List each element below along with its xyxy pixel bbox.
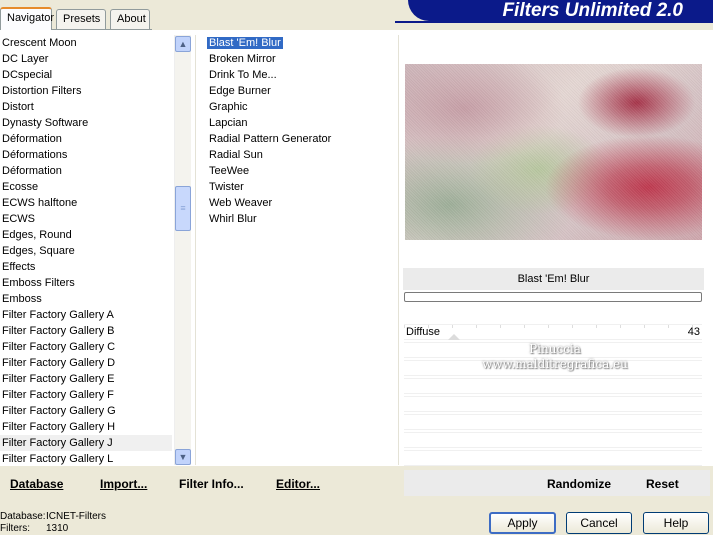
filter-item-label: Web Weaver xyxy=(209,197,273,209)
parameter-slot xyxy=(404,396,702,412)
tab-presets[interactable]: Presets xyxy=(56,9,106,29)
database-info: Database:ICNET-Filters Filters: 1310 xyxy=(0,511,106,535)
filter-item-label: Broken Mirror xyxy=(209,53,276,65)
category-item[interactable]: Filter Factory Gallery J xyxy=(0,435,172,451)
filter-item-label: Graphic xyxy=(209,101,248,113)
slider-ticks xyxy=(404,325,702,328)
category-item[interactable]: Filter Factory Gallery A xyxy=(0,307,172,323)
main-panel: Crescent Moon DC Layer DCspecial Distortion… xyxy=(0,30,713,466)
filter-item-label: Drink To Me... xyxy=(209,69,277,81)
category-item[interactable]: Edges, Round xyxy=(0,227,172,243)
scroll-down-icon[interactable]: ▼ xyxy=(175,449,191,465)
watermark: Pinuccia www.malditregrafica.eu xyxy=(440,342,670,372)
category-item[interactable]: Emboss xyxy=(0,291,172,307)
filter-item-label: Blast 'Em! Blur xyxy=(207,37,283,49)
category-item[interactable]: Effects xyxy=(0,259,172,275)
parameter-slot xyxy=(404,450,702,466)
filter-item[interactable]: Twister xyxy=(206,179,394,195)
list-divider xyxy=(195,35,196,465)
filter-item-label: TeeWee xyxy=(209,165,250,177)
editor-button[interactable]: Editor... xyxy=(276,477,320,491)
slider-marker-icon[interactable] xyxy=(448,334,460,340)
filter-item[interactable]: TeeWee xyxy=(206,163,394,179)
preview-divider xyxy=(398,35,399,465)
reset-button[interactable]: Reset xyxy=(646,477,679,491)
filter-item-label: Twister xyxy=(209,181,244,193)
tab-about[interactable]: About xyxy=(110,9,150,29)
parameter-slot xyxy=(404,378,702,394)
category-item[interactable]: Distortion Filters xyxy=(0,83,172,99)
filter-title: Blast 'Em! Blur xyxy=(403,268,704,290)
scroll-up-icon[interactable]: ▲ xyxy=(175,36,191,52)
randomize-button[interactable]: Randomize xyxy=(547,477,611,491)
category-scrollbar[interactable]: ▲ ≡ ▼ xyxy=(174,35,191,465)
filter-info-button[interactable]: Filter Info... xyxy=(179,477,244,491)
category-item[interactable]: Emboss Filters xyxy=(0,275,172,291)
filter-item[interactable]: Graphic xyxy=(206,99,394,115)
database-info-key: Database: xyxy=(0,511,46,522)
filter-item[interactable]: Radial Pattern Generator xyxy=(206,131,394,147)
preview-image xyxy=(405,64,702,240)
app-banner-title: Filters Unlimited 2.0 xyxy=(408,0,713,21)
category-item[interactable]: Filter Factory Gallery B xyxy=(0,323,172,339)
filter-item[interactable]: Web Weaver xyxy=(206,195,394,211)
category-item[interactable]: Filter Factory Gallery C xyxy=(0,339,172,355)
category-item[interactable]: DCspecial xyxy=(0,67,172,83)
category-item[interactable]: Déformations xyxy=(0,147,172,163)
category-item[interactable]: Filter Factory Gallery F xyxy=(0,387,172,403)
progress-bar xyxy=(404,292,702,302)
filter-item-label: Edge Burner xyxy=(209,85,271,97)
category-item[interactable]: Dynasty Software xyxy=(0,115,172,131)
filter-item[interactable]: Blast 'Em! Blur xyxy=(206,35,394,51)
filter-item-label: Radial Sun xyxy=(209,149,263,161)
parameter-slider-diffuse[interactable]: Diffuse 43 xyxy=(404,324,702,340)
filter-item[interactable]: Edge Burner xyxy=(206,83,394,99)
filters-count-key: Filters: xyxy=(0,523,30,534)
import-button[interactable]: Import... xyxy=(100,477,147,491)
category-item[interactable]: Déformation xyxy=(0,131,172,147)
category-list[interactable]: Crescent Moon DC Layer DCspecial Distortion… xyxy=(0,35,172,467)
filter-item[interactable]: Whirl Blur xyxy=(206,211,394,227)
category-item[interactable]: Filter Factory Gallery H xyxy=(0,419,172,435)
category-item[interactable]: Filter Factory Gallery D xyxy=(0,355,172,371)
filter-item[interactable]: Drink To Me... xyxy=(206,67,394,83)
filter-list[interactable]: Blast 'Em! Blur Broken Mirror Drink To Me.… xyxy=(206,35,394,227)
category-item[interactable]: Ecosse xyxy=(0,179,172,195)
category-item[interactable]: ECWS halftone xyxy=(0,195,172,211)
watermark-line-1: Pinuccia xyxy=(529,342,581,356)
filters-count-value: 1310 xyxy=(46,523,69,534)
database-info-value: ICNET-Filters xyxy=(46,511,106,522)
filter-item[interactable]: Broken Mirror xyxy=(206,51,394,67)
banner-underline xyxy=(395,21,713,23)
database-button[interactable]: Database xyxy=(10,477,63,491)
category-item[interactable]: Crescent Moon xyxy=(0,35,172,51)
parameter-value: 43 xyxy=(687,326,700,338)
filter-item-label: Lapcian xyxy=(209,117,248,129)
category-item[interactable]: ECWS xyxy=(0,211,172,227)
preview-toolbar: Randomize Reset xyxy=(404,470,710,496)
parameter-slot xyxy=(404,432,702,448)
scroll-thumb[interactable]: ≡ xyxy=(175,186,191,231)
category-item[interactable]: Filter Factory Gallery G xyxy=(0,403,172,419)
parameter-slot xyxy=(404,414,702,430)
category-item[interactable]: DC Layer xyxy=(0,51,172,67)
filter-item[interactable]: Radial Sun xyxy=(206,147,394,163)
watermark-line-2: www.malditregrafica.eu xyxy=(482,357,628,371)
category-item[interactable]: Filter Factory Gallery E xyxy=(0,371,172,387)
category-item[interactable]: Edges, Square xyxy=(0,243,172,259)
tab-navigator[interactable]: Navigator xyxy=(0,7,54,30)
category-item[interactable]: Déformation xyxy=(0,163,172,179)
filter-item-label: Whirl Blur xyxy=(209,213,257,225)
category-item[interactable]: Filter Factory Gallery L xyxy=(0,451,172,467)
filter-item[interactable]: Lapcian xyxy=(206,115,394,131)
category-item[interactable]: Distort xyxy=(0,99,172,115)
filter-item-label: Radial Pattern Generator xyxy=(209,133,332,145)
parameter-label: Diffuse xyxy=(406,326,441,338)
